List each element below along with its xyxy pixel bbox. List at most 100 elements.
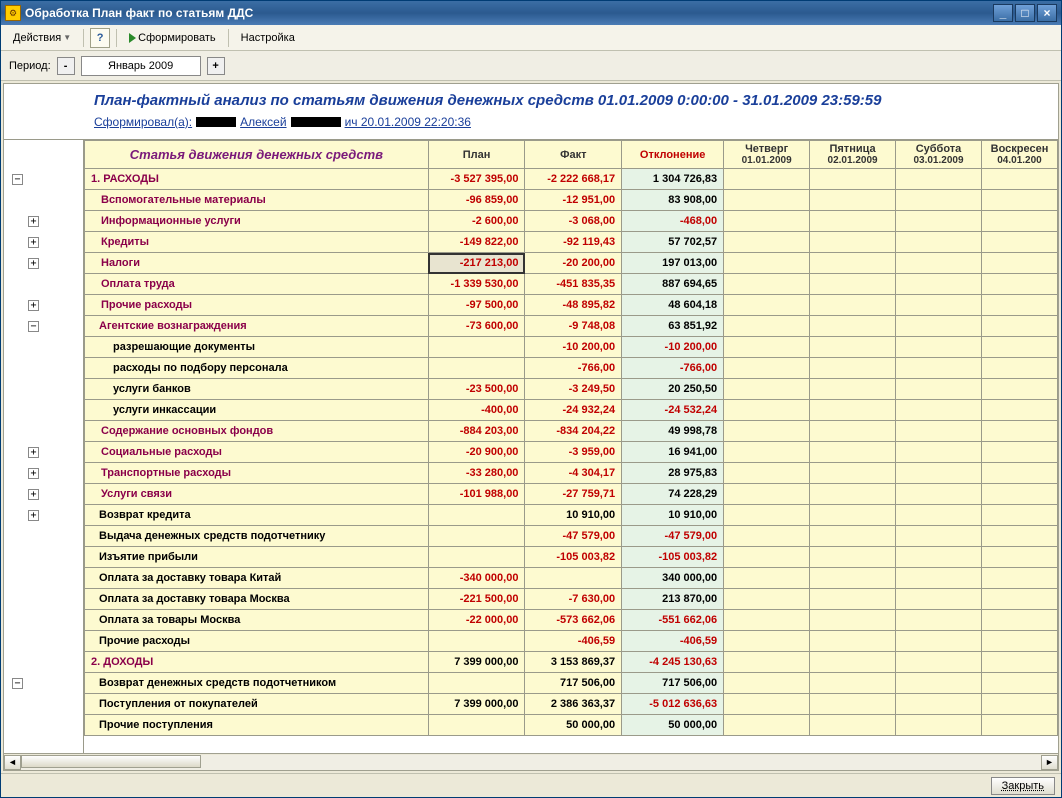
table-row[interactable]: Содержание основных фондов-884 203,00-83… [85, 421, 1058, 442]
table-row[interactable]: Агентские вознаграждения-73 600,00-9 748… [85, 316, 1058, 337]
cell-fact[interactable]: -92 119,43 [525, 232, 622, 253]
collapse-icon[interactable]: − [28, 321, 39, 332]
cell-article[interactable]: разрешающие документы [85, 337, 429, 358]
cell-day[interactable] [724, 547, 810, 568]
cell-deviation[interactable]: 28 975,83 [622, 463, 724, 484]
table-row[interactable]: Вспомогательные материалы-96 859,00-12 9… [85, 190, 1058, 211]
cell-deviation[interactable]: 197 013,00 [622, 253, 724, 274]
cell-day[interactable] [896, 694, 982, 715]
cell-plan[interactable]: -340 000,00 [428, 568, 525, 589]
cell-day[interactable] [896, 442, 982, 463]
table-row[interactable]: Налоги-217 213,00-20 200,00197 013,00 [85, 253, 1058, 274]
cell-day[interactable] [896, 400, 982, 421]
cell-day[interactable] [810, 610, 896, 631]
cell-deviation[interactable]: -468,00 [622, 211, 724, 232]
cell-plan[interactable]: -400,00 [428, 400, 525, 421]
cell-article[interactable]: Прочие расходы [85, 295, 429, 316]
cell-day[interactable] [724, 421, 810, 442]
cell-day[interactable] [896, 568, 982, 589]
settings-button[interactable]: Настройка [235, 30, 301, 46]
cell-deviation[interactable]: 74 228,29 [622, 484, 724, 505]
cell-day[interactable] [810, 211, 896, 232]
cell-fact[interactable]: -10 200,00 [525, 337, 622, 358]
report-formed-by[interactable]: Сформировал(а): Алексей ич 20.01.2009 22… [94, 113, 1050, 135]
cell-deviation[interactable]: 50 000,00 [622, 715, 724, 736]
scroll-track[interactable] [21, 755, 1041, 770]
cell-day[interactable] [896, 379, 982, 400]
table-row[interactable]: Прочие поступления50 000,0050 000,00 [85, 715, 1058, 736]
cell-day[interactable] [896, 673, 982, 694]
cell-deviation[interactable]: -766,00 [622, 358, 724, 379]
cell-fact[interactable]: -3 249,50 [525, 379, 622, 400]
cell-day[interactable] [981, 715, 1057, 736]
cell-fact[interactable]: -47 579,00 [525, 526, 622, 547]
cell-article[interactable]: Содержание основных фондов [85, 421, 429, 442]
cell-plan[interactable]: -23 500,00 [428, 379, 525, 400]
cell-day[interactable] [896, 337, 982, 358]
cell-day[interactable] [724, 568, 810, 589]
cell-day[interactable] [810, 274, 896, 295]
cell-day[interactable] [810, 526, 896, 547]
cell-day[interactable] [724, 505, 810, 526]
cell-article[interactable]: Социальные расходы [85, 442, 429, 463]
cell-day[interactable] [981, 337, 1057, 358]
cell-day[interactable] [981, 484, 1057, 505]
cell-day[interactable] [981, 673, 1057, 694]
cell-deviation[interactable]: 887 694,65 [622, 274, 724, 295]
cell-day[interactable] [810, 421, 896, 442]
table-row[interactable]: Транспортные расходы-33 280,00-4 304,172… [85, 463, 1058, 484]
cell-plan[interactable]: -149 822,00 [428, 232, 525, 253]
close-button[interactable]: Закрыть [991, 777, 1055, 795]
cell-fact[interactable]: -3 068,00 [525, 211, 622, 232]
cell-plan[interactable] [428, 547, 525, 568]
cell-day[interactable] [724, 169, 810, 190]
cell-plan[interactable]: -96 859,00 [428, 190, 525, 211]
col-day-2[interactable]: Пятница02.01.2009 [810, 141, 896, 169]
cell-day[interactable] [981, 190, 1057, 211]
cell-day[interactable] [724, 631, 810, 652]
cell-day[interactable] [896, 295, 982, 316]
cell-article[interactable]: 1. РАСХОДЫ [85, 169, 429, 190]
table-row[interactable]: услуги банков-23 500,00-3 249,5020 250,5… [85, 379, 1058, 400]
cell-fact[interactable]: -27 759,71 [525, 484, 622, 505]
cell-plan[interactable] [428, 505, 525, 526]
cell-day[interactable] [724, 232, 810, 253]
cell-day[interactable] [981, 253, 1057, 274]
expand-icon[interactable]: + [28, 258, 39, 269]
cell-day[interactable] [810, 631, 896, 652]
cell-day[interactable] [724, 295, 810, 316]
form-button[interactable]: Сформировать [123, 30, 222, 46]
cell-day[interactable] [810, 169, 896, 190]
cell-day[interactable] [981, 652, 1057, 673]
expand-icon[interactable]: + [28, 216, 39, 227]
collapse-icon[interactable]: − [12, 678, 23, 689]
cell-plan[interactable] [428, 358, 525, 379]
cell-article[interactable]: Услуги связи [85, 484, 429, 505]
cell-day[interactable] [896, 316, 982, 337]
cell-day[interactable] [724, 484, 810, 505]
cell-day[interactable] [896, 589, 982, 610]
expand-icon[interactable]: + [28, 237, 39, 248]
cell-plan[interactable]: -97 500,00 [428, 295, 525, 316]
cell-article[interactable]: Налоги [85, 253, 429, 274]
cell-day[interactable] [724, 253, 810, 274]
cell-day[interactable] [724, 610, 810, 631]
horizontal-scrollbar[interactable]: ◄ ► [4, 753, 1058, 770]
cell-day[interactable] [810, 589, 896, 610]
cell-day[interactable] [810, 232, 896, 253]
cell-day[interactable] [981, 358, 1057, 379]
cell-day[interactable] [810, 568, 896, 589]
cell-day[interactable] [981, 589, 1057, 610]
cell-fact[interactable]: -105 003,82 [525, 547, 622, 568]
cell-fact[interactable]: -48 895,82 [525, 295, 622, 316]
cell-article[interactable]: Возврат денежных средств подотчетником [85, 673, 429, 694]
table-row[interactable]: расходы по подбору персонала-766,00-766,… [85, 358, 1058, 379]
cell-day[interactable] [896, 463, 982, 484]
table-row[interactable]: Изъятие прибыли-105 003,82-105 003,82 [85, 547, 1058, 568]
cell-deviation[interactable]: 717 506,00 [622, 673, 724, 694]
cell-article[interactable]: 2. ДОХОДЫ [85, 652, 429, 673]
cell-deviation[interactable]: -406,59 [622, 631, 724, 652]
cell-day[interactable] [810, 505, 896, 526]
cell-article[interactable]: Изъятие прибыли [85, 547, 429, 568]
cell-day[interactable] [724, 274, 810, 295]
